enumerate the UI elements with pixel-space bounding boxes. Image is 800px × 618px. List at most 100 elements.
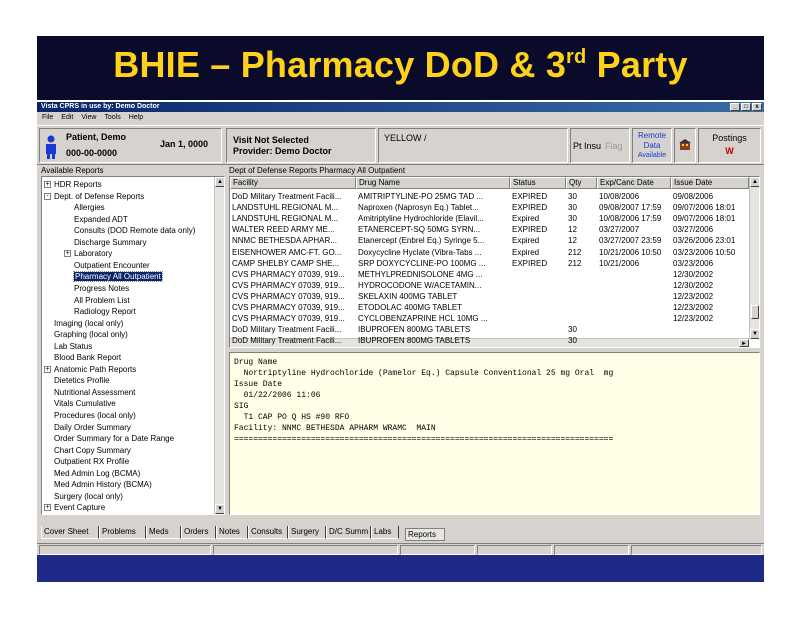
table-row[interactable]: CAMP SHELBY CAMP SHE... SRP DOXYCYCLINE-P… — [230, 258, 749, 269]
tree-item[interactable]: Med Admin Log (BCMA) — [54, 468, 140, 479]
tree-item[interactable]: Outpatient RX Profile — [54, 456, 129, 467]
menu-view[interactable]: View — [81, 112, 96, 124]
tree-item[interactable]: Chart Copy Summary — [54, 445, 131, 456]
tree-item[interactable]: Radiology Report — [74, 306, 136, 317]
postings-button[interactable]: Postings W — [698, 128, 761, 163]
column-header[interactable]: Drug Name — [356, 177, 510, 189]
table-cell — [512, 269, 566, 280]
patient-info-button[interactable]: Patient, Demo 000-00-0000 Jan 1, 0000 — [39, 128, 222, 163]
slide-title-banner: BHIE – Pharmacy DoD & 3rd Party — [37, 36, 764, 100]
menu-help[interactable]: Help — [129, 112, 143, 124]
table-row[interactable]: DoD Military Treatment Facili... IBUPROFE… — [230, 324, 749, 335]
tree-scrollbar[interactable]: ▲ ▼ — [214, 177, 224, 514]
table-row[interactable]: CVS PHARMACY 07039, 919... SKELAXIN 400MG… — [230, 291, 749, 302]
expand-icon[interactable]: + — [44, 181, 51, 188]
table-cell — [599, 302, 671, 313]
tree-item[interactable]: Discharge Summary — [74, 237, 146, 248]
tree-item[interactable]: Lab Status — [54, 341, 92, 352]
tree-item-label: Procedures (local only) — [54, 411, 136, 420]
table-row[interactable]: DoD Military Treatment Facili... IBUPROFE… — [230, 335, 749, 346]
column-header[interactable]: Status — [510, 177, 566, 189]
collapse-icon[interactable]: - — [44, 192, 51, 200]
tab-labs[interactable]: Labs — [371, 526, 399, 539]
table-row[interactable]: NNMC BETHESDA APHAR... Etanercept (Enbrel… — [230, 235, 749, 246]
tree-item[interactable]: - Dept. of Defense Reports — [44, 191, 144, 202]
column-header[interactable]: Facility — [230, 177, 356, 189]
table-cell: Expired — [512, 214, 540, 224]
table-row[interactable]: EISENHOWER AMC-FT. GO... Doxycycline Hycl… — [230, 247, 749, 258]
table-cell: 03/27/2006 — [673, 225, 714, 235]
visit-info-button[interactable]: Visit Not Selected Provider: Demo Doctor — [226, 128, 376, 163]
tree-item[interactable]: Procedures (local only) — [54, 410, 136, 421]
tree-item[interactable]: Progress Notes — [74, 283, 129, 294]
tab-reports[interactable]: Reports — [405, 528, 445, 541]
tab-cover-sheet[interactable]: Cover Sheet — [41, 526, 99, 539]
tree-item[interactable]: Expanded ADT — [74, 214, 128, 225]
column-header[interactable]: Qty — [566, 177, 597, 189]
table-cell: 12/23/2002 — [673, 314, 714, 324]
remote-data-button[interactable]: Remote Data Available — [632, 128, 672, 163]
tree-item[interactable]: Med Admin History (BCMA) — [54, 479, 152, 490]
flag-button[interactable]: Flag — [605, 141, 623, 151]
close-button[interactable]: x — [752, 103, 762, 111]
reports-tree[interactable]: ▲ ▼ + HDR Reports - Dept. of Defense Report… — [41, 176, 225, 515]
expand-icon[interactable]: + — [44, 504, 51, 512]
tree-item[interactable]: Dietetics Profile — [54, 375, 110, 386]
tab-meds[interactable]: Meds — [146, 526, 181, 539]
tree-item[interactable]: Graphing (local only) — [54, 329, 128, 340]
menu-edit[interactable]: Edit — [61, 112, 73, 124]
tab-orders[interactable]: Orders — [181, 526, 216, 539]
expand-icon[interactable]: + — [64, 250, 71, 258]
tree-item[interactable]: Imaging (local only) — [54, 318, 123, 329]
tree-item[interactable]: Allergies — [74, 202, 105, 213]
pt-insu-button[interactable]: Pt Insu — [573, 141, 601, 151]
tree-item[interactable]: Vitals Cumulative — [54, 398, 116, 409]
table-row[interactable]: CVS PHARMACY 07039, 919... ETODOLAC 400MG… — [230, 302, 749, 313]
tab-problems[interactable]: Problems — [99, 526, 146, 539]
tab-d-c-summ[interactable]: D/C Summ — [326, 526, 371, 539]
column-header[interactable]: Issue Date — [671, 177, 749, 189]
tab-notes[interactable]: Notes — [216, 526, 248, 539]
menu-file[interactable]: File — [42, 112, 53, 124]
tree-item[interactable]: Blood Bank Report — [54, 352, 121, 363]
grid-scrollbar[interactable]: ▲ ▼ — [749, 177, 759, 339]
column-header[interactable]: Exp/Canc Date — [597, 177, 671, 189]
table-cell — [512, 280, 566, 291]
scroll-up-icon[interactable]: ▲ — [215, 177, 224, 187]
table-row[interactable]: DoD Military Treatment Facili... AMITRIPT… — [230, 191, 749, 202]
scroll-up-icon[interactable]: ▲ — [750, 177, 759, 187]
tree-item[interactable]: Surgery (local only) — [54, 491, 123, 502]
expand-icon[interactable]: + — [44, 365, 51, 373]
grid-scroll-thumb[interactable] — [751, 305, 759, 319]
tree-item[interactable]: Outpatient Encounter — [74, 260, 150, 271]
scroll-down-icon[interactable]: ▼ — [215, 504, 224, 514]
table-row[interactable]: CVS PHARMACY 07039, 919... METHYLPREDNISO… — [230, 269, 749, 280]
table-row[interactable]: WALTER REED ARMY ME... ETANERCEPT-SQ 50MG… — [230, 224, 749, 235]
menu-tools[interactable]: Tools — [104, 112, 120, 124]
detail-line: T1 CAP PO Q HS #90 RFO — [234, 413, 350, 422]
menu-bar: File Edit View Tools Help — [37, 112, 764, 124]
tree-item[interactable]: Pharmacy All Outpatient — [73, 271, 163, 283]
tree-item-label: Imaging (local only) — [54, 318, 124, 328]
tree-item[interactable]: Daily Order Summary — [54, 422, 131, 433]
vista-web-button[interactable] — [674, 128, 696, 163]
table-cell: 10/21/2006 — [599, 258, 640, 268]
tree-item[interactable]: Nutritional Assessment — [54, 387, 135, 398]
table-row[interactable]: LANDSTUHL REGIONAL M... Naproxen (Naprosy… — [230, 202, 749, 213]
scroll-down-icon[interactable]: ▼ — [750, 329, 759, 339]
tree-item[interactable]: All Problem List — [74, 295, 130, 306]
tree-item[interactable]: + Laboratory — [64, 248, 112, 259]
minimize-button[interactable]: _ — [730, 103, 740, 111]
table-row[interactable]: CVS PHARMACY 07039, 919... CYCLOBENZAPRIN… — [230, 313, 749, 324]
tab-consults[interactable]: Consults — [248, 526, 288, 539]
tree-item[interactable]: + Event Capture — [44, 502, 105, 513]
tab-surgery[interactable]: Surgery — [288, 526, 326, 539]
tree-item[interactable]: + HDR Reports — [44, 179, 102, 190]
cwad-box[interactable]: YELLOW / — [378, 128, 568, 163]
table-row[interactable]: LANDSTUHL REGIONAL M... Amitriptyline Hyd… — [230, 213, 749, 224]
maximize-button[interactable]: □ — [741, 103, 751, 111]
tree-item[interactable]: Order Summary for a Date Range — [54, 433, 174, 444]
tree-item[interactable]: Consults (DOD Remote data only) — [74, 225, 195, 236]
tree-item[interactable]: + Anatomic Path Reports — [44, 364, 136, 375]
table-row[interactable]: CVS PHARMACY 07039, 919... HYDROCODONE W/… — [230, 280, 749, 291]
